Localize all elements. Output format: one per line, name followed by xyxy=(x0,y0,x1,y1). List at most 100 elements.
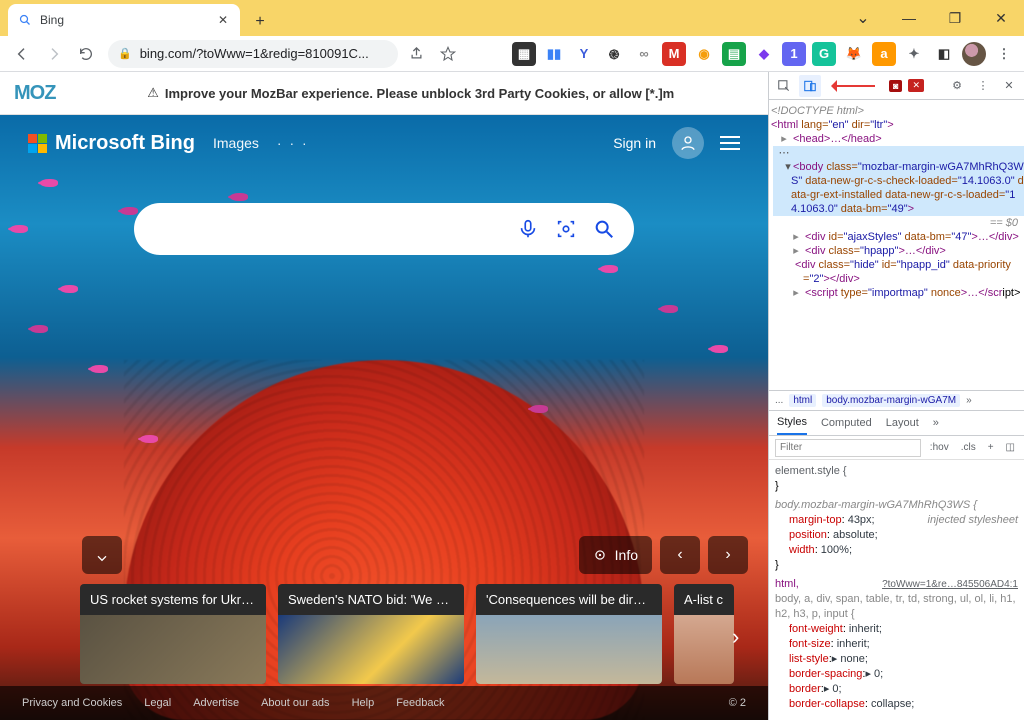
warning-icon: ⚠ xyxy=(147,85,159,101)
nav-images[interactable]: Images xyxy=(213,135,259,151)
profile-avatar[interactable] xyxy=(962,42,986,66)
ext-green[interactable]: ▤ xyxy=(722,42,746,66)
ext-amazon[interactable]: a xyxy=(872,42,896,66)
footer-link[interactable]: Privacy and Cookies xyxy=(22,697,122,709)
tab-styles[interactable]: Styles xyxy=(777,411,807,435)
dom-breadcrumbs[interactable]: ... html body.mozbar-margin-wGA7M » xyxy=(769,390,1024,410)
devtools-toolbar: ◙ ✕ ⚙ ⋮ ✕ xyxy=(769,72,1024,100)
sign-in-link[interactable]: Sign in xyxy=(613,135,656,151)
close-icon[interactable]: ✕ xyxy=(216,13,230,27)
lens-icon[interactable] xyxy=(554,217,578,241)
devtools-panel: ◙ ✕ ⚙ ⋮ ✕ <!DOCTYPE html> <html lang="en… xyxy=(768,72,1024,720)
chrome-menu-icon[interactable]: ⋮ xyxy=(992,42,1016,66)
expand-news-button[interactable] xyxy=(82,536,122,574)
hov-toggle[interactable]: :hov xyxy=(927,442,952,453)
news-thumbnail xyxy=(674,615,734,684)
device-toggle-icon[interactable] xyxy=(799,75,821,97)
news-title: Sweden's NATO bid: 'We ar... xyxy=(278,584,464,615)
nav-more[interactable]: · · · xyxy=(277,135,309,151)
forward-button[interactable] xyxy=(40,40,68,68)
devtools-close-icon[interactable]: ✕ xyxy=(998,75,1020,97)
extension-tray: ▦▮▮Y֎∞M◉▤◆1G🦊a✦◧ ⋮ xyxy=(512,42,1016,66)
window-close-button[interactable]: ✕ xyxy=(978,0,1024,36)
tab-strip: Bing ✕ + ⌄ — ❐ ✕ xyxy=(0,0,1024,36)
tab-search-button[interactable]: ⌄ xyxy=(840,0,886,36)
lock-icon: 🔒 xyxy=(118,47,132,60)
news-card[interactable]: US rocket systems for Ukra... xyxy=(80,584,266,684)
ext-vivaldi[interactable]: Y xyxy=(572,42,596,66)
footer-link[interactable]: Help xyxy=(352,697,375,709)
maximize-button[interactable]: ❐ xyxy=(932,0,978,36)
issue-badge[interactable]: ✕ xyxy=(908,79,924,92)
ext-gmail[interactable]: M xyxy=(662,42,686,66)
settings-icon[interactable]: ⚙ xyxy=(946,75,968,97)
search-icon[interactable] xyxy=(592,217,616,241)
hamburger-menu-icon[interactable] xyxy=(720,136,740,150)
news-card[interactable]: A-list c xyxy=(674,584,734,684)
news-card[interactable]: Sweden's NATO bid: 'We ar... xyxy=(278,584,464,684)
ext-dark[interactable]: ▦ xyxy=(512,42,536,66)
copyright: © 2 xyxy=(729,697,746,709)
news-title: A-list c xyxy=(674,584,734,615)
bing-favicon xyxy=(18,13,32,27)
bing-homepage: Microsoft Bing Images · · · Sign in xyxy=(0,115,768,720)
tab-title: Bing xyxy=(40,13,208,27)
news-thumbnail xyxy=(80,615,266,684)
footer-link[interactable]: About our ads xyxy=(261,697,330,709)
url-text: bing.com/?toWww=1&redig=810091C... xyxy=(140,46,369,61)
footer-link[interactable]: Feedback xyxy=(396,697,444,709)
moz-logo: MOZ xyxy=(14,82,55,105)
ext-blue[interactable]: ▮▮ xyxy=(542,42,566,66)
minimize-button[interactable]: — xyxy=(886,0,932,36)
back-button[interactable] xyxy=(8,40,36,68)
image-info-button[interactable]: Info xyxy=(579,536,652,574)
new-tab-button[interactable]: + xyxy=(246,8,274,36)
microsoft-tiles-icon xyxy=(28,134,47,153)
ext-grammarly[interactable]: G xyxy=(812,42,836,66)
tab-layout[interactable]: Layout xyxy=(886,417,919,429)
bing-footer: Privacy and Cookies Legal Advertise About o… xyxy=(0,686,768,720)
mozbar-message: Improve your MozBar experience. Please u… xyxy=(165,86,674,101)
tab-computed[interactable]: Computed xyxy=(821,417,872,429)
ext-link[interactable]: ∞ xyxy=(632,42,656,66)
mic-icon[interactable] xyxy=(516,217,540,241)
ext-puzzle[interactable]: ✦ xyxy=(902,42,926,66)
browser-tab[interactable]: Bing ✕ xyxy=(8,4,240,36)
mozbar: MOZ ⚠ Improve your MozBar experience. Pl… xyxy=(0,72,768,115)
search-bar[interactable] xyxy=(134,203,634,255)
styles-filter-input[interactable] xyxy=(775,439,921,457)
ext-one[interactable]: 1 xyxy=(782,42,806,66)
ext-metamask[interactable]: 🦊 xyxy=(842,42,866,66)
cls-toggle[interactable]: .cls xyxy=(958,442,979,453)
share-button[interactable] xyxy=(402,40,430,68)
error-badge[interactable]: ◙ xyxy=(889,80,902,92)
next-image-button[interactable]: › xyxy=(708,536,748,574)
tutorial-arrow xyxy=(825,78,883,94)
selected-dom-node[interactable]: ⋯ ▾<body class="mozbar-margin-wGA7MhRhQ3… xyxy=(773,146,1024,216)
tab-more[interactable]: » xyxy=(933,417,939,429)
devtools-menu-icon[interactable]: ⋮ xyxy=(972,75,994,97)
footer-link[interactable]: Legal xyxy=(144,697,171,709)
news-next-icon[interactable]: › xyxy=(732,624,762,654)
styles-pane[interactable]: element.style { } body.mozbar-margin-wGA… xyxy=(769,460,1024,720)
bing-logo[interactable]: Microsoft Bing xyxy=(28,132,195,155)
ext-purple[interactable]: ◆ xyxy=(752,42,776,66)
ext-panel[interactable]: ◧ xyxy=(932,42,956,66)
panel-toggle-icon[interactable]: ◫ xyxy=(1003,442,1018,453)
news-carousel: US rocket systems for Ukra... Sweden's NA… xyxy=(80,584,768,684)
inspect-tool-icon[interactable] xyxy=(773,75,795,97)
news-card[interactable]: 'Consequences will be dire'... xyxy=(476,584,662,684)
prev-image-button[interactable]: ‹ xyxy=(660,536,700,574)
ext-rainbow[interactable]: ◉ xyxy=(692,42,716,66)
news-title: US rocket systems for Ukra... xyxy=(80,584,266,615)
footer-link[interactable]: Advertise xyxy=(193,697,239,709)
bookmark-button[interactable] xyxy=(434,40,462,68)
url-field[interactable]: 🔒 bing.com/?toWww=1&redig=810091C... xyxy=(108,40,398,68)
ext-spiral[interactable]: ֎ xyxy=(602,42,626,66)
dom-tree[interactable]: <!DOCTYPE html> <html lang="en" dir="ltr… xyxy=(769,100,1024,390)
news-title: 'Consequences will be dire'... xyxy=(476,584,662,615)
styles-tabs: Styles Computed Layout » xyxy=(769,410,1024,436)
account-icon[interactable] xyxy=(672,127,704,159)
reload-button[interactable] xyxy=(72,40,100,68)
new-rule-button[interactable]: + xyxy=(985,442,997,453)
